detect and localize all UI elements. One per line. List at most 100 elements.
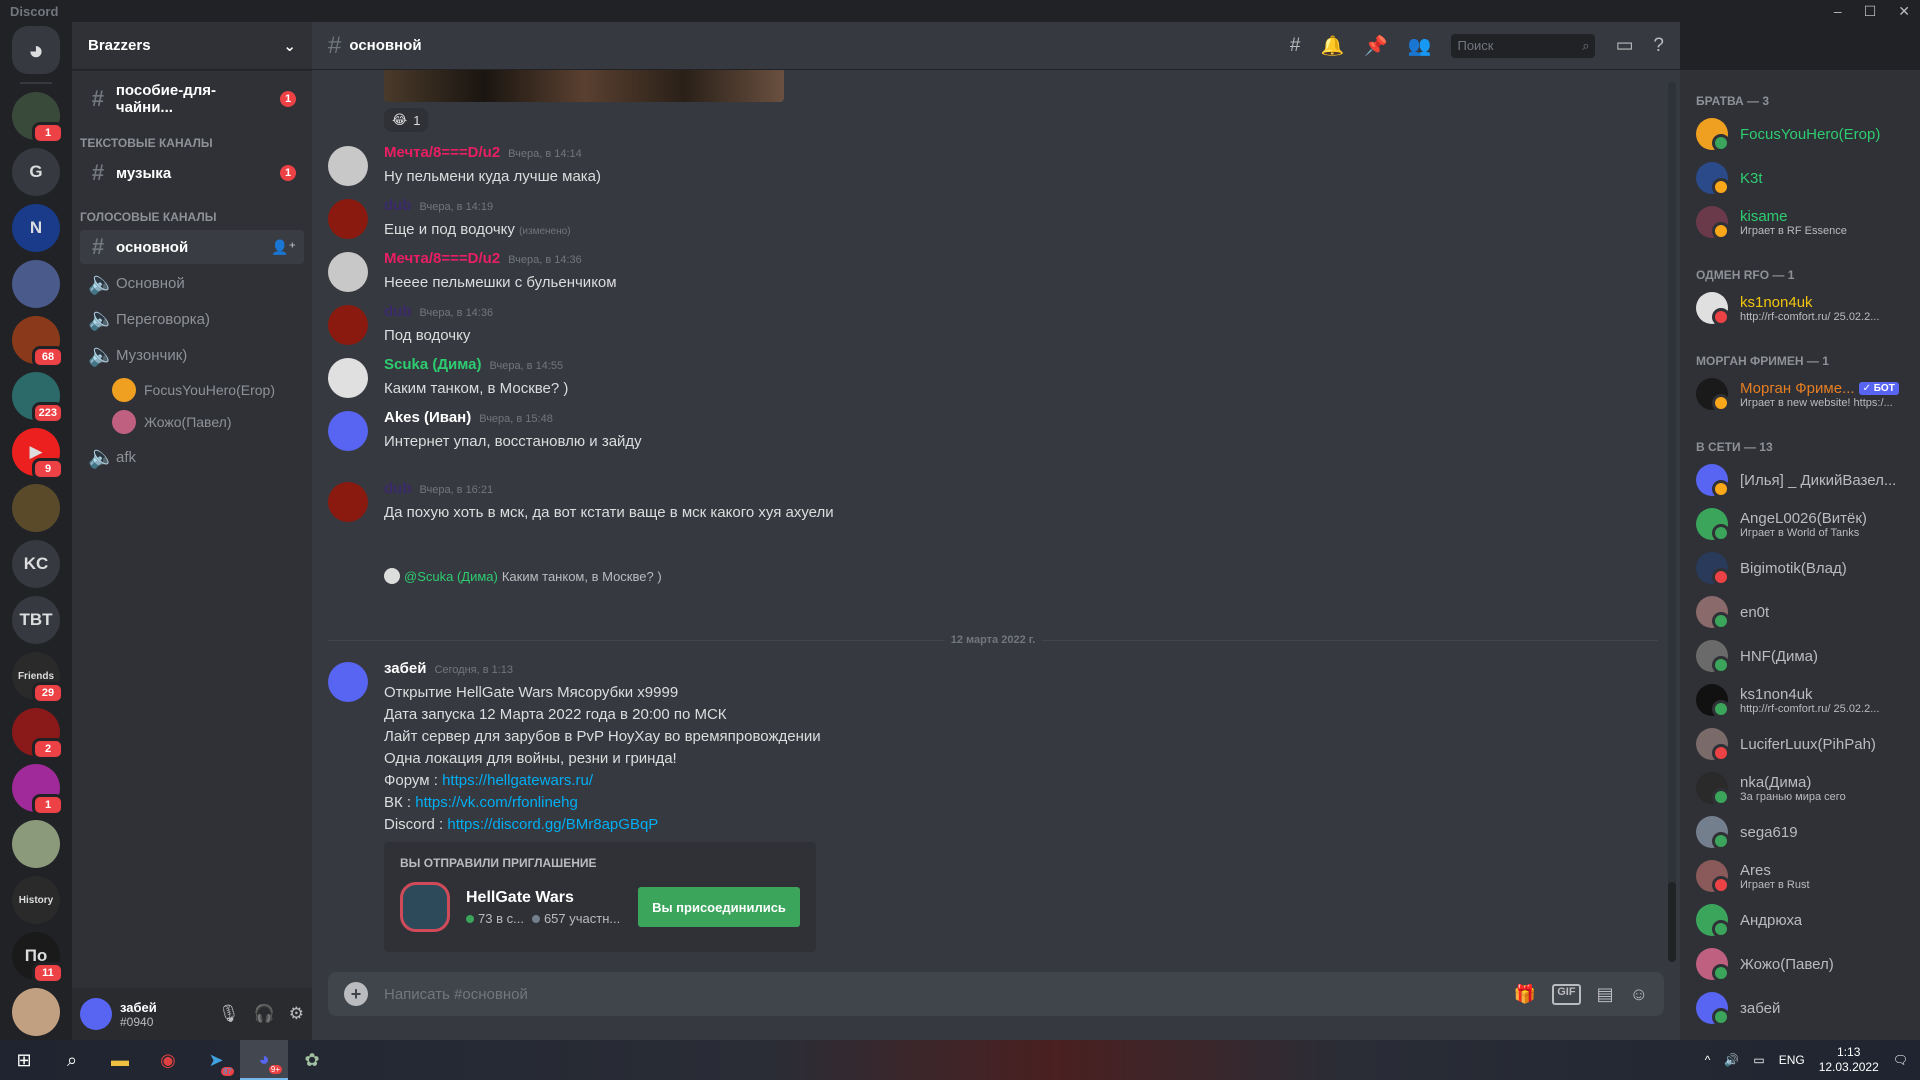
avatar[interactable] (328, 199, 368, 239)
member-item[interactable]: FocusYouHero(Erop) (1688, 112, 1920, 156)
headphones-icon[interactable]: 🎧 (254, 1004, 275, 1024)
invite-server-icon[interactable] (400, 882, 450, 932)
clock[interactable]: 1:13 12.03.2022 (1819, 1045, 1879, 1075)
member-item[interactable]: K3t (1688, 156, 1920, 200)
windows-start-icon[interactable]: ⊞ (0, 1040, 48, 1080)
discord-link[interactable]: https://discord.gg/BMr8apGBqP (447, 816, 658, 833)
avatar[interactable] (328, 662, 368, 702)
guild-icon-guild-14[interactable] (12, 820, 60, 868)
minimize-button[interactable]: – (1834, 3, 1842, 20)
voice-user[interactable]: Жожо(Павел) (112, 406, 312, 438)
notification-icon[interactable]: 🗨 (1893, 1053, 1908, 1067)
member-item[interactable]: Андрюха (1688, 898, 1920, 942)
guild-icon-guild-8[interactable] (12, 484, 60, 532)
gift-icon[interactable]: 🎁 (1514, 984, 1536, 1005)
avatar[interactable] (80, 998, 112, 1030)
microphone-icon[interactable]: 🎙 (218, 1004, 240, 1024)
avatar[interactable] (328, 252, 368, 292)
voice-channel-music[interactable]: 🔈 Музончик) (80, 338, 304, 372)
reply-preview[interactable]: @Scuka (Дима) Каким танком, в Москве? ) (384, 568, 662, 584)
sticker-icon[interactable]: ▤ (1597, 984, 1614, 1005)
discord-taskbar-icon[interactable]: ◕ 9+ (240, 1040, 288, 1080)
member-item[interactable]: [Илья] _ ДикийВазел... (1688, 458, 1920, 502)
channel-item-music[interactable]: # музыка 1 (80, 156, 304, 190)
chevron-up-icon[interactable]: ^ (1705, 1053, 1711, 1067)
file-explorer-icon[interactable]: ▬ (96, 1040, 144, 1080)
avatar[interactable] (328, 358, 368, 398)
member-item[interactable]: AngeL0026(Витёк) Играет в World of Tanks (1688, 502, 1920, 546)
network-icon[interactable]: ▭ (1753, 1053, 1764, 1067)
guild-icon-guild-kc[interactable]: KC (12, 540, 60, 588)
guild-icon-guild-hg[interactable]: 223 (12, 372, 64, 424)
member-item[interactable]: sega619 (1688, 810, 1920, 854)
reaction[interactable]: 😂 1 (384, 108, 429, 132)
guild-icon-guild-g[interactable]: G (12, 148, 60, 196)
server-header[interactable]: Brazzers ⌄ (72, 22, 312, 70)
pin-icon[interactable]: 📌 (1364, 34, 1388, 58)
text-category[interactable]: ТЕКСТОВЫЕ КАНАЛЫ (72, 118, 312, 154)
scrollbar-track[interactable] (1668, 82, 1676, 962)
guild-icon-guild-16[interactable]: По 11 (12, 932, 64, 984)
guild-icon-guild-17[interactable] (12, 988, 60, 1036)
message-author[interactable]: dub (384, 480, 412, 497)
guild-icon-guild-13[interactable]: 1 (12, 764, 64, 816)
guild-icon-guild-history[interactable]: History (12, 876, 60, 924)
message-author[interactable]: забей (384, 660, 426, 677)
message-author[interactable]: Мечта/8===D/u2 (384, 144, 500, 161)
voice-user[interactable]: FocusYouHero(Erop) (112, 374, 312, 406)
member-item[interactable]: ks1non4uk http://rf-comfort.ru/ 25.02.2..… (1688, 286, 1920, 330)
telegram-icon[interactable]: ➤ 87 (192, 1040, 240, 1080)
avatar[interactable] (328, 146, 368, 186)
member-item[interactable]: LuciferLuux(PihPah) (1688, 722, 1920, 766)
guild-icon-guild-envyus[interactable]: N (12, 204, 60, 252)
member-item[interactable]: Жожо(Павел) (1688, 942, 1920, 986)
gif-icon[interactable]: GIF (1552, 983, 1581, 1005)
chrome-icon[interactable]: ◉ (144, 1040, 192, 1080)
threads-icon[interactable]: # (1290, 35, 1301, 57)
vk-link[interactable]: https://vk.com/rfonlinehg (415, 794, 578, 811)
guild-icon-guild-1[interactable]: 1 (12, 92, 64, 144)
app-icon[interactable]: ✿ (288, 1040, 336, 1080)
voice-channel-afk[interactable]: 🔈 afk (80, 440, 304, 474)
message-author[interactable]: Akes (Иван) (384, 409, 471, 426)
composer-placeholder[interactable]: Написать #основной (384, 986, 528, 1003)
message-author[interactable]: dub (384, 197, 412, 214)
member-item[interactable]: ks1non4uk http://rf-comfort.ru/ 25.02.2..… (1688, 678, 1920, 722)
help-icon[interactable]: ? (1653, 35, 1664, 57)
forum-link[interactable]: https://hellgatewars.ru/ (442, 772, 593, 789)
member-item[interactable]: забей (1688, 986, 1920, 1030)
avatar[interactable] (328, 482, 368, 522)
scrollbar-thumb[interactable] (1668, 882, 1676, 962)
guild-icon-guild-4[interactable] (12, 260, 60, 308)
language-indicator[interactable]: ENG (1779, 1053, 1805, 1067)
guild-icon-guild-tbt[interactable]: TBT (12, 596, 60, 644)
members-icon[interactable]: 👥 (1408, 34, 1432, 58)
emoji-icon[interactable]: ☺ (1630, 984, 1648, 1005)
member-item[interactable]: nka(Дима) За гранью мира сего (1688, 766, 1920, 810)
guild-icon-guild-friends[interactable]: Friends 29 (12, 652, 64, 704)
voice-category[interactable]: ГОЛОСОВЫЕ КАНАЛЫ (72, 192, 312, 228)
message-composer[interactable]: + Написать #основной 🎁 GIF ▤ ☺ (328, 972, 1664, 1016)
guild-icon-guild-youtube[interactable]: ▶ 9 (12, 428, 64, 480)
voice-channel-talk[interactable]: 🔈 Переговорка) (80, 302, 304, 336)
search-input[interactable]: Поиск ⌕ (1451, 33, 1596, 58)
channel-item-top[interactable]: # пособие-для-чайни... 1 (80, 82, 304, 116)
joined-button[interactable]: Вы присоединились (638, 887, 800, 927)
avatar[interactable] (328, 411, 368, 451)
invite-server-name[interactable]: HellGate Wars (466, 889, 620, 907)
inbox-icon[interactable]: ▭ (1615, 34, 1633, 57)
member-item[interactable]: kisame Играет в RF Essence (1688, 200, 1920, 244)
channel-item-active[interactable]: # основной 👤⁺ (80, 230, 304, 264)
message-author[interactable]: Мечта/8===D/u2 (384, 250, 500, 267)
member-item[interactable]: HNF(Дима) (1688, 634, 1920, 678)
invite-icon[interactable]: 👤⁺ (271, 239, 296, 256)
voice-channel-main[interactable]: 🔈 Основной (80, 266, 304, 300)
maximize-button[interactable]: ☐ (1864, 3, 1877, 20)
message-author[interactable]: Scuka (Дима) (384, 356, 482, 373)
member-item[interactable]: Морган Фриме... ✓ БОТ Играет в new website… (1688, 372, 1920, 416)
attach-icon[interactable]: + (344, 982, 368, 1006)
close-button[interactable]: ✕ (1898, 3, 1910, 20)
volume-icon[interactable]: 🔊 (1724, 1053, 1739, 1067)
guild-icon-guild-5[interactable]: 68 (12, 316, 64, 368)
gear-icon[interactable]: ⚙ (289, 1004, 304, 1024)
